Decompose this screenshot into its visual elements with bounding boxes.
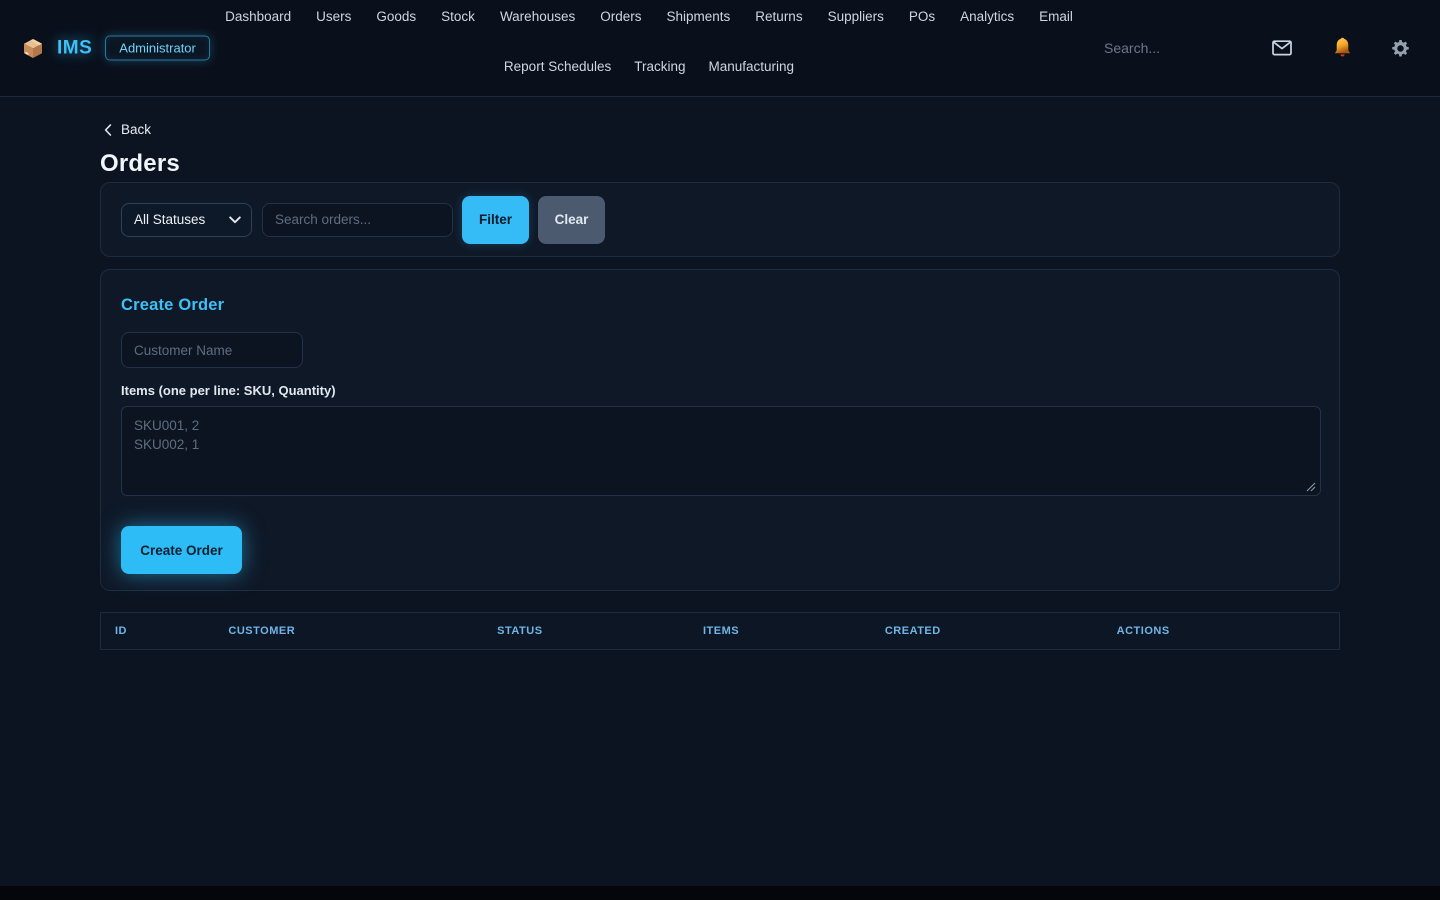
nav-item-stock[interactable]: Stock — [441, 9, 475, 25]
app-header: IMS Administrator Dashboard Users Goods … — [0, 0, 1440, 97]
nav-item-pos[interactable]: POs — [909, 9, 935, 25]
column-header-customer: CUSTOMER — [214, 613, 483, 650]
page-title: Orders — [100, 150, 1440, 178]
chevron-down-icon — [229, 216, 241, 224]
items-textarea[interactable] — [121, 406, 1321, 496]
nav-item-goods[interactable]: Goods — [376, 9, 416, 25]
nav-item-report-schedules[interactable]: Report Schedules — [504, 59, 611, 75]
nav-item-dashboard[interactable]: Dashboard — [225, 9, 291, 25]
clear-button[interactable]: Clear — [538, 196, 605, 244]
column-header-actions: ACTIONS — [1103, 613, 1340, 650]
customer-name-input[interactable] — [121, 332, 303, 368]
nav-item-orders[interactable]: Orders — [600, 9, 641, 25]
nav-item-tracking[interactable]: Tracking — [634, 59, 685, 75]
nav-item-manufacturing[interactable]: Manufacturing — [709, 59, 795, 75]
brand: IMS Administrator — [22, 36, 210, 61]
app-title: IMS — [57, 37, 92, 59]
nav-row-primary: Dashboard Users Goods Stock Warehouses O… — [225, 9, 1073, 25]
orders-page: Back Orders All Statuses Filter Clear Cr… — [0, 97, 1440, 886]
bell-icon-button[interactable] — [1332, 37, 1353, 59]
create-order-panel: Create Order Items (one per line: SKU, Q… — [100, 269, 1340, 591]
nav-item-email[interactable]: Email — [1039, 9, 1073, 25]
column-header-id: ID — [101, 613, 215, 650]
items-textarea-wrap — [121, 406, 1319, 496]
chevron-left-icon — [104, 124, 112, 136]
create-order-button[interactable]: Create Order — [121, 526, 242, 574]
items-label: Items (one per line: SKU, Quantity) — [121, 383, 1319, 398]
orders-table: ID CUSTOMER STATUS ITEMS CREATED ACTIONS — [100, 612, 1340, 650]
nav-item-warehouses[interactable]: Warehouses — [500, 9, 575, 25]
nav-item-returns[interactable]: Returns — [755, 9, 802, 25]
back-link[interactable]: Back — [104, 122, 151, 137]
status-select[interactable]: All Statuses — [121, 203, 252, 237]
status-select-value: All Statuses — [134, 212, 205, 227]
back-label: Back — [121, 122, 151, 137]
header-actions — [1104, 37, 1410, 59]
column-header-items: ITEMS — [689, 613, 871, 650]
nav-item-suppliers[interactable]: Suppliers — [828, 9, 884, 25]
gear-icon — [1391, 39, 1410, 58]
filter-button[interactable]: Filter — [462, 196, 529, 244]
main-nav: Dashboard Users Goods Stock Warehouses O… — [239, 0, 1059, 75]
global-search-input[interactable] — [1104, 40, 1252, 56]
orders-table-header-row: ID CUSTOMER STATUS ITEMS CREATED ACTIONS — [101, 613, 1340, 650]
mail-icon — [1272, 40, 1292, 56]
column-header-created: CREATED — [871, 613, 1103, 650]
column-header-status: STATUS — [483, 613, 689, 650]
bell-icon — [1332, 37, 1353, 59]
nav-item-users[interactable]: Users — [316, 9, 351, 25]
mail-icon-button[interactable] — [1272, 40, 1292, 56]
search-orders-input[interactable] — [262, 203, 453, 237]
nav-row-secondary: Report Schedules Tracking Manufacturing — [504, 59, 794, 75]
nav-item-shipments[interactable]: Shipments — [667, 9, 731, 25]
filter-bar: All Statuses Filter Clear — [100, 182, 1340, 257]
nav-item-analytics[interactable]: Analytics — [960, 9, 1014, 25]
package-icon — [22, 37, 44, 59]
role-badge: Administrator — [105, 36, 210, 61]
gear-icon-button[interactable] — [1391, 39, 1410, 58]
create-order-title: Create Order — [121, 296, 1319, 315]
